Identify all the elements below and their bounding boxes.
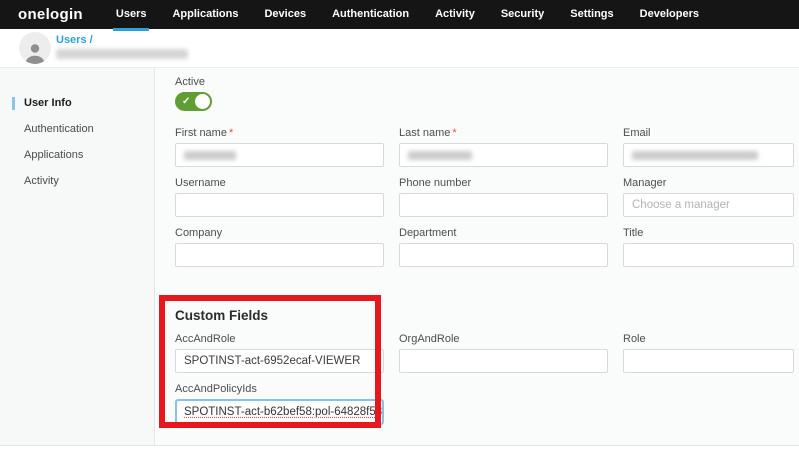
email-input[interactable] (623, 143, 794, 167)
field-username: Username (175, 177, 384, 217)
custom-fields-section: Custom Fields AccAndRole OrgAndRole Role (175, 295, 799, 435)
nav-item-developers[interactable]: Developers (640, 0, 699, 29)
top-nav: onelogin Users Applications Devices Auth… (0, 0, 799, 29)
main-area: User Info Authentication Applications Ac… (0, 68, 799, 446)
user-header: Users / (0, 29, 799, 68)
email-label: Email (623, 127, 794, 139)
manager-input[interactable] (623, 193, 794, 217)
field-phone-number: Phone number (399, 177, 608, 217)
field-title: Title (623, 227, 794, 267)
field-acc-and-policy-ids: AccAndPolicyIds SPOTINST-act-b62bef58:po… (175, 383, 384, 425)
required-asterisk: * (229, 127, 233, 139)
check-icon: ✓ (182, 95, 190, 108)
redacted-user-name (56, 49, 188, 59)
user-info-form: Active ✓ First name* Last name* (155, 68, 799, 445)
acc-and-policy-ids-value: SPOTINST-act-b62bef58:pol-64828f58 (184, 406, 382, 418)
username-label: Username (175, 177, 384, 189)
department-input[interactable] (399, 243, 608, 267)
company-label: Company (175, 227, 384, 239)
sidebar-item-authentication[interactable]: Authentication (0, 116, 154, 142)
avatar (19, 32, 51, 64)
role-label: Role (623, 333, 794, 345)
person-icon (23, 40, 47, 64)
toggle-knob (195, 94, 210, 109)
field-last-name: Last name* (399, 127, 608, 167)
field-org-and-role: OrgAndRole (399, 333, 608, 373)
last-name-label: Last name (399, 127, 450, 139)
sidebar-item-activity[interactable]: Activity (0, 168, 154, 194)
acc-and-policy-ids-input[interactable]: SPOTINST-act-b62bef58:pol-64828f58 (175, 399, 384, 425)
acc-and-role-input[interactable] (175, 349, 384, 373)
sidebar-item-user-info[interactable]: User Info (0, 90, 154, 116)
field-manager: Manager (623, 177, 794, 217)
nav-item-settings[interactable]: Settings (570, 0, 613, 29)
org-and-role-input[interactable] (399, 349, 608, 373)
first-name-input[interactable] (175, 143, 384, 167)
breadcrumb[interactable]: Users / (56, 34, 93, 46)
field-acc-and-role: AccAndRole (175, 333, 384, 373)
field-first-name: First name* (175, 127, 384, 167)
field-email: Email (623, 127, 794, 167)
org-and-role-label: OrgAndRole (399, 333, 608, 345)
title-label: Title (623, 227, 794, 239)
nav-item-users[interactable]: Users (116, 0, 147, 29)
acc-and-role-label: AccAndRole (175, 333, 384, 345)
acc-and-policy-ids-label: AccAndPolicyIds (175, 383, 384, 395)
profile-fields-grid: First name* Last name* Email (175, 127, 799, 277)
onelogin-logo[interactable]: onelogin (18, 6, 83, 23)
field-department: Department (399, 227, 608, 267)
nav-item-devices[interactable]: Devices (264, 0, 306, 29)
title-input[interactable] (623, 243, 794, 267)
sidebar-item-applications[interactable]: Applications (0, 142, 154, 168)
custom-fields-heading: Custom Fields (175, 308, 799, 323)
sidebar: User Info Authentication Applications Ac… (0, 68, 155, 445)
last-name-input[interactable] (399, 143, 608, 167)
onelogin-user-page: onelogin Users Applications Devices Auth… (0, 0, 799, 462)
active-label: Active (175, 76, 799, 88)
required-asterisk: * (452, 127, 456, 139)
company-input[interactable] (175, 243, 384, 267)
username-input[interactable] (175, 193, 384, 217)
department-label: Department (399, 227, 608, 239)
nav-item-security[interactable]: Security (501, 0, 544, 29)
first-name-label: First name (175, 127, 227, 139)
field-company: Company (175, 227, 384, 267)
field-role: Role (623, 333, 794, 373)
active-indicator-bar (12, 97, 15, 110)
nav-item-activity[interactable]: Activity (435, 0, 475, 29)
role-input[interactable] (623, 349, 794, 373)
nav-item-authentication[interactable]: Authentication (332, 0, 409, 29)
nav-item-applications[interactable]: Applications (172, 0, 238, 29)
active-toggle[interactable]: ✓ (175, 92, 212, 111)
phone-number-label: Phone number (399, 177, 608, 189)
phone-number-input[interactable] (399, 193, 608, 217)
manager-label: Manager (623, 177, 794, 189)
bottom-strip (0, 446, 799, 462)
custom-fields-grid: AccAndRole OrgAndRole Role AccAndPolicyI… (175, 333, 799, 435)
